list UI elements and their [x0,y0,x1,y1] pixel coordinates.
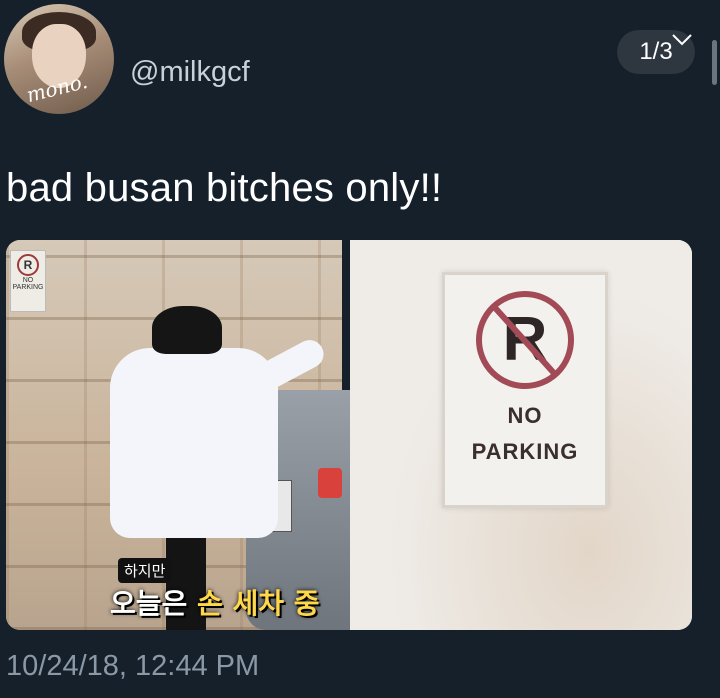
avatar[interactable]: mono. [4,4,114,114]
chevron-down-icon[interactable] [670,30,694,50]
avatar-scrawl: mono. [24,68,90,108]
tweet-text: bad busan bitches only!! [6,166,443,210]
media-image-right[interactable]: R NO PARKING [350,240,692,630]
sign-letter: R [476,291,574,389]
tweet-media[interactable]: R NO PARKING 하지만 오늘은 손 세차 중 R NO PARKING [6,240,692,630]
user-handle[interactable]: @milkgcf [130,56,250,89]
subtitle-big-part1: 오늘은 [110,587,198,620]
car-tail-light [318,468,342,498]
person-body [110,348,278,538]
subtitle-big: 오늘은 손 세차 중 [110,582,320,622]
sign-line2: PARKING [471,439,579,464]
subtitle-small: 하지만 [118,558,172,583]
sign-line2: PARKING [12,284,44,291]
subtitle-big-part2: 손 세차 중 [197,587,320,620]
scrollbar[interactable] [712,40,717,85]
sign-line1: NO [507,403,543,428]
person-arm [253,335,329,393]
media-image-left[interactable]: R NO PARKING 하지만 오늘은 손 세차 중 [6,240,356,630]
sign-line1: NO [22,277,34,284]
sign-letter: R [17,254,39,276]
tweet-timestamp[interactable]: 10/24/18, 12:44 PM [6,650,259,683]
bucket-hat [152,306,222,354]
no-parking-sign: R NO PARKING [442,272,608,508]
no-parking-sign-small: R NO PARKING [10,250,46,312]
